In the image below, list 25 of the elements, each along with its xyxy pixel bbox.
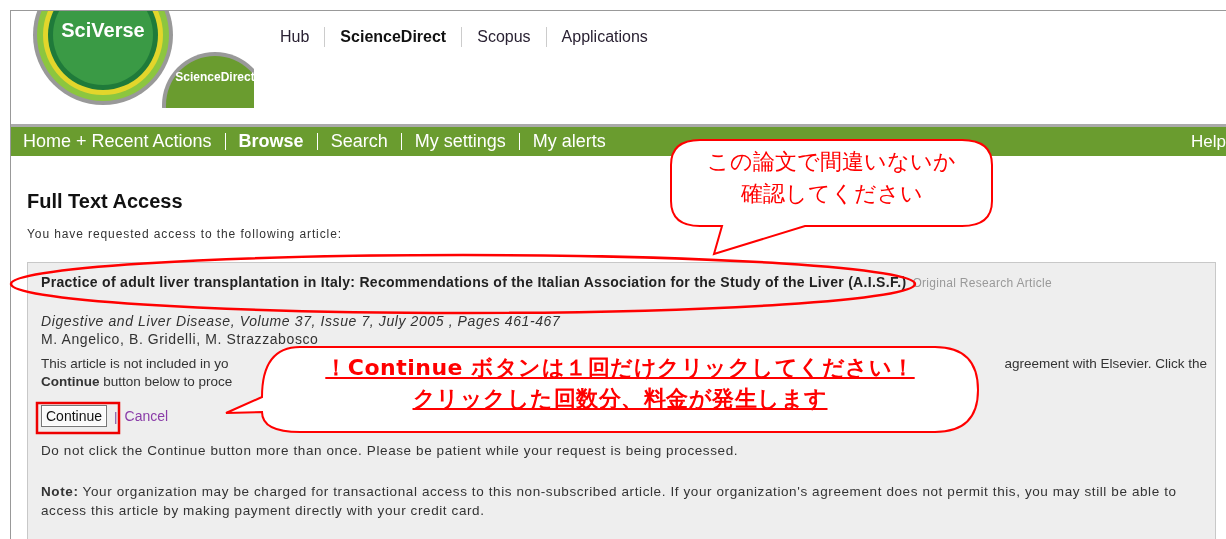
warning-text: Do not click the Continue button more than once. Please be patient while your request is being processed. [41,442,740,460]
article-title: Practice of adult liver transplantation in Italy: Recommendations of the Italian Association for the Study of the Liver (A.I.S.F.) [41,274,907,290]
page-title: Full Text Access [27,189,183,213]
callout-text: 確認してください [740,180,923,208]
help-link[interactable]: Help [1178,133,1226,150]
cancel-link[interactable]: Cancel [124,408,169,424]
notice-text: Continue button below to proce [41,373,234,391]
notice-text: agreement with Elsevier. Click the [1004,355,1207,373]
link-separator: | [114,408,118,424]
notice-text: This article is not included in yo [41,355,229,373]
top-link[interactable]: Hub [280,27,325,47]
nav-link[interactable]: My settings [400,133,519,150]
journal-citation: Digestive and Liver Disease, Volume 37, Issue 7, July 2005 , Pages 461-467 [41,312,562,330]
nav-link[interactable]: Browse [224,133,317,150]
note-text: Note: Your organization may be charged for transactional access to this non-subscribed article. If your organization's agreement does not permit this, you may still be able to access this article by making payment directly with your credit card. [41,483,1178,520]
nav-link[interactable]: My alerts [518,133,619,150]
top-link[interactable]: Scopus [461,27,546,47]
nav-link[interactable]: Home + Recent Actions [23,133,225,150]
callout-text: この論文で間違いないか [707,148,956,176]
intro-text: You have requested access to the following article: [27,226,343,242]
top-link[interactable]: ScienceDirect [324,27,462,47]
top-link[interactable]: Applications [545,27,663,47]
continue-button[interactable]: Continue [41,405,108,427]
nav-link[interactable]: Search [316,133,401,150]
author-list: M. Angelico, B. Gridelli, M. Strazzabosco [41,330,1207,348]
